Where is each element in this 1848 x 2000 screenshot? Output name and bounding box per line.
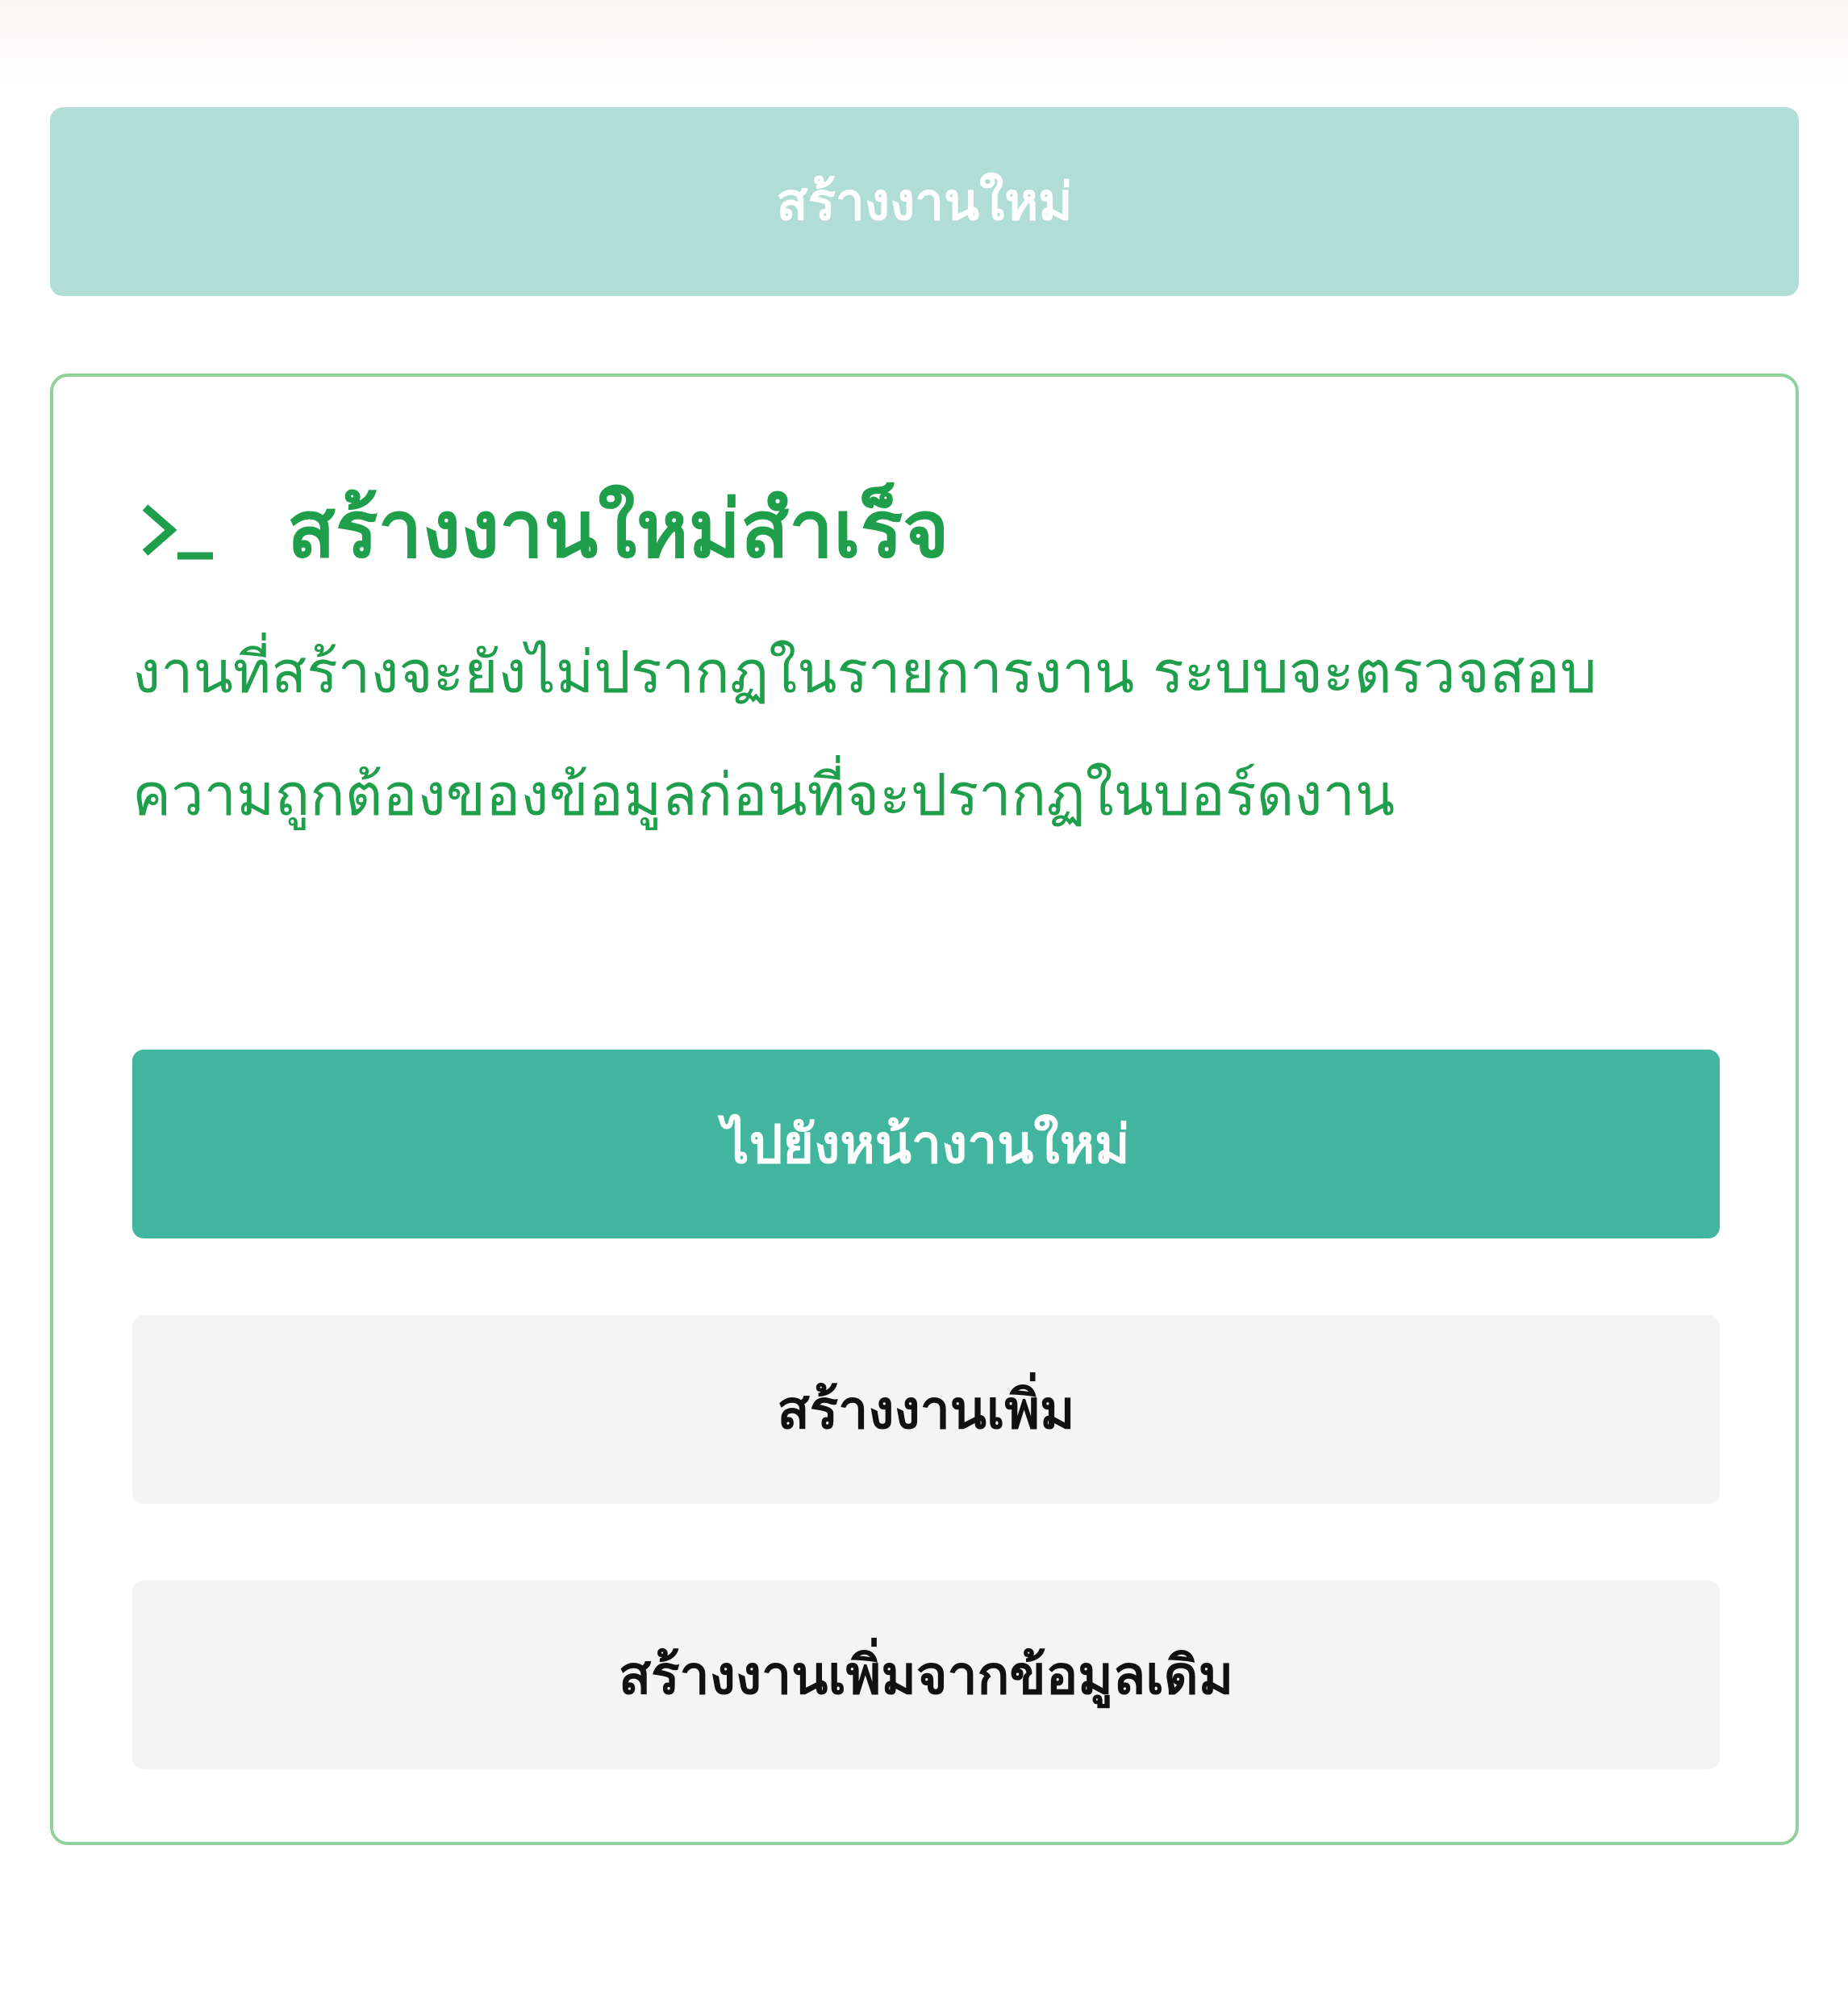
- create-from-existing-label: สร้างงานเพิ่มจากข้อมูลเดิม: [618, 1643, 1234, 1706]
- create-from-existing-button[interactable]: สร้างงานเพิ่มจากข้อมูลเดิม: [132, 1580, 1720, 1769]
- success-title: สร้างงานใหม่สำเร็จ: [287, 484, 949, 576]
- terminal-prompt-icon: [136, 490, 232, 570]
- success-card-header: สร้างงานใหม่สำเร็จ: [136, 482, 949, 578]
- success-message: งานที่สร้างจะยังไม่ปรากฏในรายการงาน ระบบ…: [132, 638, 1597, 829]
- create-more-jobs-label: สร้างงานเพิ่ม: [777, 1378, 1075, 1441]
- create-more-jobs-button[interactable]: สร้างงานเพิ่ม: [132, 1315, 1720, 1504]
- go-to-new-job-label: ไปยังหน้างานใหม่: [722, 1113, 1130, 1175]
- create-new-job-label: สร้างงานใหม่: [776, 173, 1073, 232]
- go-to-new-job-button[interactable]: ไปยังหน้างานใหม่: [132, 1050, 1720, 1238]
- top-background-fade: [0, 0, 1848, 97]
- create-new-job-button[interactable]: สร้างงานใหม่: [50, 107, 1799, 296]
- success-card: สร้างงานใหม่สำเร็จ งานที่สร้างจะยังไม่ปร…: [50, 374, 1799, 1845]
